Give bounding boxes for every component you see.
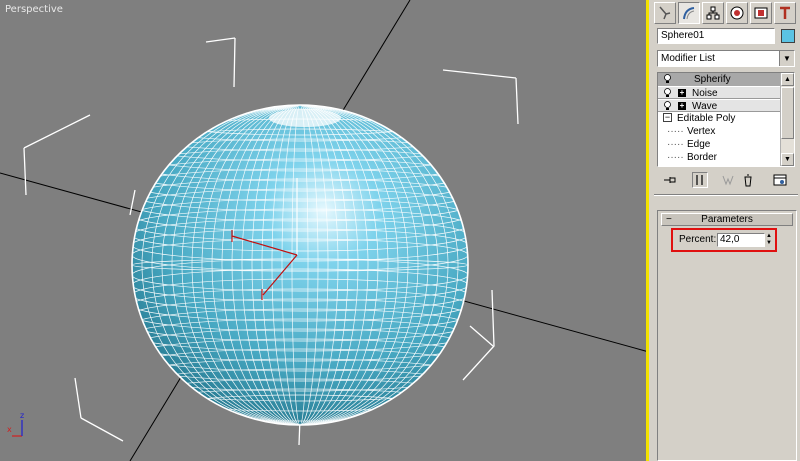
stack-item-edge[interactable]: ····· Edge [658, 138, 782, 151]
perspective-viewport[interactable]: Perspective x z [0, 0, 649, 461]
sphere-object [132, 105, 468, 425]
parameters-rollout-header[interactable]: − Parameters [661, 213, 793, 226]
hierarchy-tab-icon [706, 6, 720, 20]
stack-item-border[interactable]: ····· Border [658, 151, 782, 164]
stack-item-label: Editable Poly [677, 113, 736, 124]
create-tab-icon [659, 6, 671, 20]
stack-toolbar [660, 172, 796, 190]
remove-modifier-button[interactable] [740, 172, 756, 188]
motion-tab[interactable] [726, 2, 748, 24]
stack-item-label: Vertex [687, 126, 716, 137]
divider [654, 194, 798, 196]
modify-tab[interactable] [678, 2, 700, 24]
stack-item-wave[interactable]: + Wave [658, 99, 782, 112]
pin-icon [664, 177, 676, 183]
stack-item-noise[interactable]: + Noise [658, 86, 782, 99]
trash-icon [744, 174, 752, 187]
lightbulb-icon[interactable] [663, 88, 672, 98]
tree-connector: ····· [667, 139, 684, 150]
percent-spinner-field[interactable]: 42,0 [717, 233, 765, 247]
viewport-scene: x z [0, 0, 646, 461]
stack-item-label: Edge [687, 139, 711, 150]
stack-item-editable-poly[interactable]: − Editable Poly [658, 112, 782, 125]
tree-connector: ····· [667, 152, 684, 163]
highlight [269, 109, 341, 127]
create-tab[interactable] [654, 2, 676, 24]
expand-icon[interactable]: + [678, 89, 686, 97]
parameters-rollout: − Parameters Percent: 42,0 ▲ ▼ [657, 210, 797, 461]
scroll-up-icon[interactable]: ▲ [781, 73, 794, 86]
make-unique-button[interactable] [720, 172, 736, 188]
configure-modifier-sets-button[interactable] [772, 172, 788, 188]
spinner-arrows-icon[interactable]: ▲ ▼ [766, 233, 774, 247]
motion-tab-icon [730, 6, 744, 20]
modify-tab-icon [683, 7, 695, 20]
axis-z-label: z [20, 411, 24, 420]
rollout-title: Parameters [701, 214, 753, 225]
modifier-list-dropdown[interactable]: Modifier List ▼ [657, 50, 795, 67]
stack-item-label: Border [687, 152, 718, 163]
command-panel: Sphere01 Modifier List ▼ Spherify + Nois… [652, 0, 800, 461]
display-tab-icon [754, 7, 768, 19]
modifier-stack: Spherify + Noise + Wave − Editable Poly … [657, 72, 795, 167]
utilities-tab-icon [780, 6, 790, 19]
object-name-row: Sphere01 [657, 28, 798, 44]
stack-item-spherify[interactable]: Spherify [658, 73, 782, 86]
command-panel-tabs [654, 2, 796, 26]
collapse-icon[interactable]: − [663, 113, 672, 122]
scroll-down-icon[interactable]: ▼ [781, 153, 794, 166]
collapse-icon: − [666, 214, 672, 225]
scroll-thumb[interactable] [781, 87, 794, 139]
axis-x-label: x [7, 425, 12, 434]
expand-icon[interactable]: + [678, 102, 686, 110]
percent-highlight: Percent: 42,0 ▲ ▼ [671, 228, 777, 252]
chevron-down-icon[interactable]: ▼ [779, 51, 794, 66]
lightbulb-icon[interactable] [663, 74, 672, 84]
pin-stack-button[interactable] [662, 172, 678, 188]
utilities-tab[interactable] [774, 2, 796, 24]
make-unique-icon [722, 175, 734, 186]
lightbulb-icon[interactable] [663, 101, 672, 111]
percent-label: Percent: [679, 234, 717, 245]
stack-scrollbar[interactable]: ▲ ▼ [780, 73, 794, 166]
stack-item-vertex[interactable]: ····· Vertex [658, 125, 782, 138]
tree-connector: ····· [667, 126, 684, 137]
object-color-swatch[interactable] [781, 29, 795, 43]
configure-icon [773, 174, 787, 186]
object-name-field[interactable]: Sphere01 [657, 28, 775, 44]
world-axis-tripod: x z [7, 411, 24, 437]
modifier-list-label: Modifier List [661, 53, 715, 64]
hierarchy-tab[interactable] [702, 2, 724, 24]
stack-item-label: Spherify [694, 74, 731, 85]
end-result-icon [696, 175, 703, 185]
show-end-result-button[interactable] [692, 172, 708, 188]
display-tab[interactable] [750, 2, 772, 24]
